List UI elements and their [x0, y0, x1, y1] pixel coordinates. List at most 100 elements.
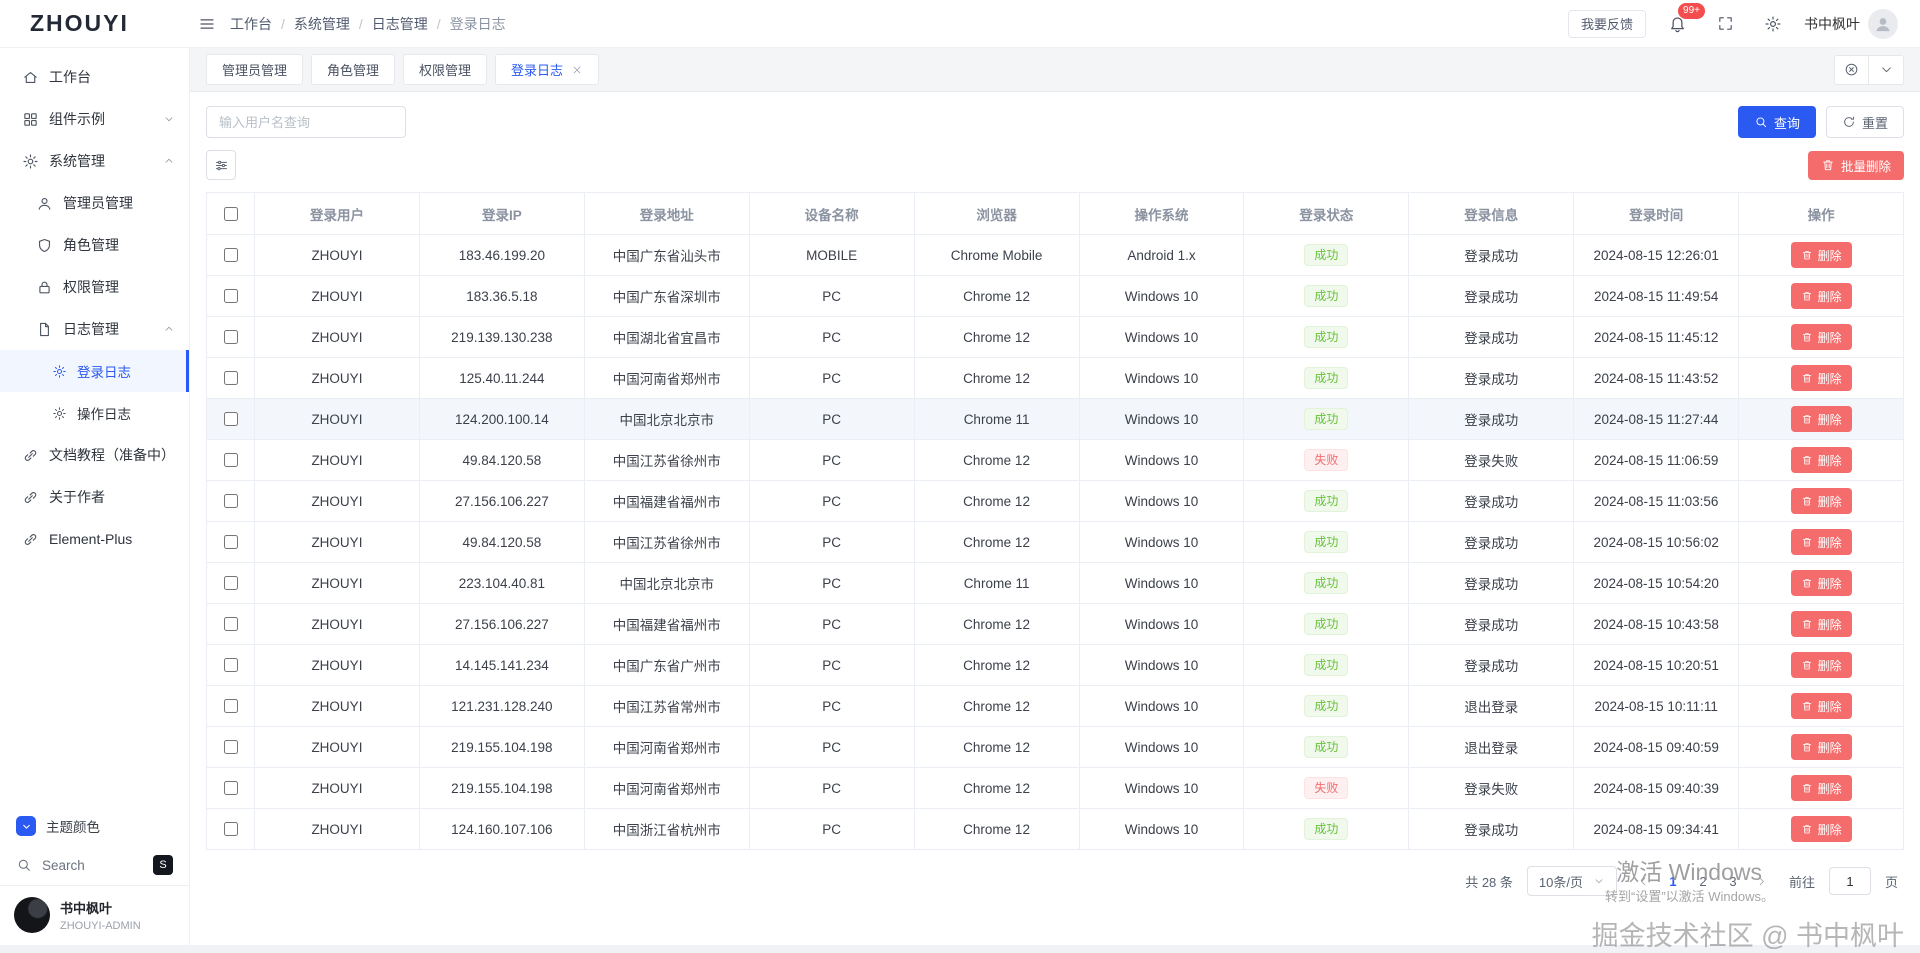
delete-button[interactable]: 删除	[1790, 816, 1852, 842]
breadcrumb-item-workbench[interactable]: 工作台	[230, 14, 294, 34]
theme-color-button[interactable]: 主题颜色	[0, 807, 189, 845]
document-icon	[36, 321, 53, 338]
tab-admin-management[interactable]: 管理员管理	[206, 54, 304, 85]
user-menu[interactable]: 书中枫叶	[1804, 8, 1898, 39]
tab-login-log[interactable]: 登录日志	[495, 54, 600, 85]
sidebar-item-about-author[interactable]: 关于作者	[0, 476, 189, 518]
goto-page-input[interactable]	[1828, 867, 1871, 895]
page-number-1[interactable]: 1	[1659, 867, 1687, 895]
cell-browser: Chrome 12	[915, 358, 1080, 398]
page-size-value: 10条/页	[1538, 874, 1583, 890]
cell-login-status: 失败	[1244, 768, 1410, 808]
fullscreen-button[interactable]	[1708, 7, 1742, 41]
delete-button[interactable]: 删除	[1790, 488, 1852, 514]
row-checkbox[interactable]	[224, 371, 238, 385]
delete-button[interactable]: 删除	[1790, 529, 1852, 555]
status-badge: 失败	[1304, 449, 1349, 471]
close-other-tabs-button[interactable]	[1835, 55, 1869, 84]
sidebar-user-card[interactable]: 书中枫叶 ZHOUYI-ADMIN	[0, 885, 189, 937]
page-size-select[interactable]: 10条/页	[1526, 866, 1617, 896]
feedback-button[interactable]: 我要反馈	[1567, 9, 1646, 38]
sidebar-item-permission-management[interactable]: 权限管理	[0, 266, 189, 308]
table-row: ZHOUYI 27.156.106.227 中国福建省福州市 PC Chrome…	[207, 481, 1903, 522]
column-header-device-name: 设备名称	[750, 193, 915, 234]
menu-label: 角色管理	[63, 237, 119, 253]
settings-button[interactable]	[1756, 7, 1790, 41]
row-checkbox[interactable]	[224, 412, 238, 426]
row-checkbox[interactable]	[224, 289, 238, 303]
tab-role-management[interactable]: 角色管理	[311, 54, 396, 85]
cell-os: Windows 10	[1080, 522, 1245, 562]
sidebar-item-role-management[interactable]: 角色管理	[0, 224, 189, 266]
sidebar-item-login-log[interactable]: 登录日志	[0, 350, 189, 392]
page-number-3[interactable]: 3	[1719, 867, 1747, 895]
cell-login-ip: 121.231.128.240	[420, 686, 585, 726]
tabs-menu-button[interactable]	[1869, 56, 1903, 84]
delete-button[interactable]: 删除	[1790, 775, 1852, 801]
cell-login-status: 成功	[1244, 276, 1410, 316]
sidebar-item-element-plus[interactable]: Element-Plus	[0, 518, 189, 560]
sidebar-item-operation-log[interactable]: 操作日志	[0, 392, 189, 434]
delete-button[interactable]: 删除	[1790, 447, 1852, 473]
chevron-up-icon	[163, 155, 175, 167]
delete-button[interactable]: 删除	[1790, 283, 1852, 309]
page-number-2[interactable]: 2	[1689, 867, 1717, 895]
sidebar-item-workbench[interactable]: 工作台	[0, 56, 189, 98]
cell-login-address: 中国江苏省常州市	[585, 686, 750, 726]
chevron-up-icon	[163, 323, 175, 335]
row-checkbox[interactable]	[224, 740, 238, 754]
trash-icon	[1801, 536, 1813, 548]
notification-badge: 99+	[1677, 1, 1706, 20]
tab-permission-management[interactable]: 权限管理	[403, 54, 488, 85]
close-icon[interactable]	[571, 64, 583, 76]
sidebar-item-system-management[interactable]: 系统管理	[0, 140, 189, 182]
select-all-checkbox[interactable]	[224, 206, 238, 221]
delete-button[interactable]: 删除	[1790, 406, 1852, 432]
tab-label: 权限管理	[419, 63, 472, 78]
delete-button[interactable]: 删除	[1790, 611, 1852, 637]
sidebar-collapse-button[interactable]	[190, 7, 224, 41]
row-checkbox[interactable]	[224, 494, 238, 508]
cell-os: Windows 10	[1080, 768, 1245, 808]
row-checkbox[interactable]	[224, 248, 238, 262]
sidebar-item-log-management[interactable]: 日志管理	[0, 308, 189, 350]
delete-button[interactable]: 删除	[1790, 242, 1852, 268]
delete-button[interactable]: 删除	[1790, 734, 1852, 760]
row-checkbox[interactable]	[224, 658, 238, 672]
tabs-actions	[1834, 54, 1904, 85]
breadcrumb-item-log[interactable]: 日志管理	[372, 14, 450, 34]
row-checkbox[interactable]	[224, 453, 238, 467]
cell-os: Windows 10	[1080, 809, 1245, 849]
delete-button[interactable]: 删除	[1790, 652, 1852, 678]
reset-button[interactable]: 重置	[1825, 106, 1904, 138]
row-checkbox[interactable]	[224, 781, 238, 795]
sidebar-search-button[interactable]: Search S	[0, 845, 189, 885]
trash-icon	[1801, 372, 1813, 384]
row-checkbox[interactable]	[224, 330, 238, 344]
username-search-input[interactable]	[206, 106, 406, 138]
query-button[interactable]: 查询	[1737, 106, 1816, 138]
app-logo[interactable]: ZHOUYI	[0, 10, 190, 37]
row-checkbox[interactable]	[224, 617, 238, 631]
row-checkbox[interactable]	[224, 822, 238, 836]
sidebar-item-components[interactable]: 组件示例	[0, 98, 189, 140]
prev-page-button[interactable]	[1631, 867, 1657, 895]
notifications-button[interactable]: 99+	[1660, 1, 1706, 41]
search-icon	[16, 857, 32, 873]
next-page-button[interactable]	[1749, 867, 1775, 895]
row-checkbox[interactable]	[224, 535, 238, 549]
delete-button[interactable]: 删除	[1790, 365, 1852, 391]
breadcrumb-item-system[interactable]: 系统管理	[294, 14, 372, 34]
delete-button[interactable]: 删除	[1790, 570, 1852, 596]
cell-device-name: PC	[750, 768, 915, 808]
sidebar-user-name: 书中枫叶	[60, 901, 113, 916]
row-checkbox[interactable]	[224, 576, 238, 590]
delete-button[interactable]: 删除	[1790, 324, 1852, 350]
column-filter-button[interactable]	[206, 150, 236, 180]
sidebar-item-admin-management[interactable]: 管理员管理	[0, 182, 189, 224]
delete-button[interactable]: 删除	[1790, 693, 1852, 719]
batch-delete-button[interactable]: 批量删除	[1807, 150, 1904, 180]
row-checkbox[interactable]	[224, 699, 238, 713]
refresh-icon	[1842, 115, 1856, 129]
sidebar-item-docs[interactable]: 文档教程（准备中）	[0, 434, 189, 476]
